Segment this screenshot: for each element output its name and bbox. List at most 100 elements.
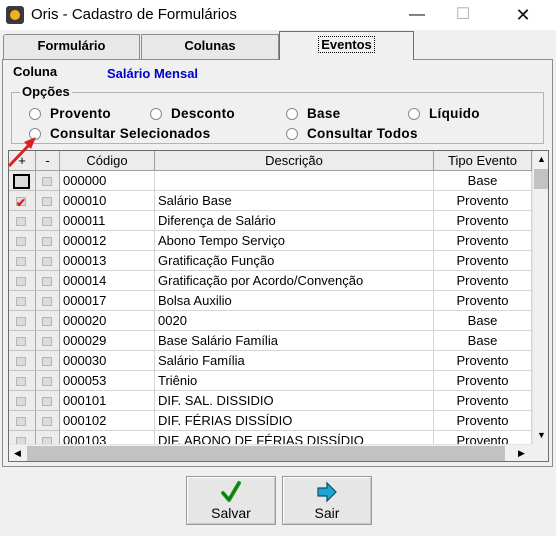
table-row[interactable]: 000053 Triênio Provento: [9, 371, 532, 391]
header-descricao[interactable]: Descrição: [155, 151, 434, 171]
remove-checkbox-cell[interactable]: [36, 371, 60, 391]
tab-formulario[interactable]: Formulário: [3, 34, 140, 59]
tab-eventos[interactable]: Eventos: [279, 31, 414, 60]
add-checkbox[interactable]: [16, 277, 26, 286]
radio-base[interactable]: Base: [286, 106, 340, 121]
remove-checkbox[interactable]: [42, 257, 52, 266]
table-row[interactable]: ✔ 000010 Salário Base Provento: [9, 191, 532, 211]
table-row[interactable]: 000101 DIF. SAL. DISSIDIO Provento: [9, 391, 532, 411]
add-checkbox[interactable]: [16, 317, 26, 326]
remove-checkbox[interactable]: [42, 397, 52, 406]
add-checkbox[interactable]: [16, 377, 26, 386]
table-row[interactable]: 000014 Gratificação por Acordo/Convenção P…: [9, 271, 532, 291]
add-checkbox[interactable]: [16, 297, 26, 306]
radio-provento[interactable]: Provento: [29, 106, 111, 121]
radio-consultar-todos[interactable]: Consultar Todos: [286, 126, 418, 141]
remove-checkbox-cell[interactable]: [36, 251, 60, 271]
remove-checkbox[interactable]: [42, 317, 52, 326]
add-checkbox-cell[interactable]: [9, 231, 36, 251]
add-checkbox-cell[interactable]: [9, 251, 36, 271]
radio-desconto[interactable]: Desconto: [150, 106, 235, 121]
add-checkbox-cell[interactable]: [9, 411, 36, 431]
add-checkbox-cell[interactable]: [9, 211, 36, 231]
table-row[interactable]: 000102 DIF. FÉRIAS DISSÍDIO Provento: [9, 411, 532, 431]
header-tipo-evento[interactable]: Tipo Evento: [434, 151, 532, 171]
add-checkbox[interactable]: [16, 237, 26, 246]
codigo-cell: 000101: [60, 391, 155, 411]
remove-checkbox[interactable]: [42, 337, 52, 346]
remove-checkbox-cell[interactable]: [36, 191, 60, 211]
add-checkbox-cell[interactable]: [9, 311, 36, 331]
add-checkbox[interactable]: [16, 217, 26, 226]
salvar-button[interactable]: Salvar: [186, 476, 276, 525]
add-checkbox[interactable]: [16, 357, 26, 366]
table-row[interactable]: 000029 Base Salário Família Base: [9, 331, 532, 351]
close-button[interactable]: ✕: [500, 0, 546, 30]
remove-checkbox[interactable]: [42, 417, 52, 426]
remove-checkbox[interactable]: [42, 277, 52, 286]
remove-checkbox[interactable]: [42, 197, 52, 206]
remove-checkbox[interactable]: [42, 377, 52, 386]
remove-checkbox-cell[interactable]: [36, 311, 60, 331]
add-checkbox-cell[interactable]: [9, 391, 36, 411]
add-checkbox-cell[interactable]: [9, 331, 36, 351]
eventos-grid[interactable]: + - Código Descrição Tipo Evento 000000 B…: [8, 150, 549, 462]
horizontal-scrollbar[interactable]: ◀ ▶: [9, 444, 532, 461]
table-row[interactable]: 000013 Gratificação Função Provento: [9, 251, 532, 271]
add-checkbox[interactable]: [16, 417, 26, 426]
minimize-button[interactable]: —: [394, 0, 440, 30]
remove-checkbox-cell[interactable]: [36, 411, 60, 431]
add-checkbox-cell[interactable]: [9, 291, 36, 311]
sair-button[interactable]: Sair: [282, 476, 372, 525]
table-row[interactable]: 000011 Diferença de Salário Provento: [9, 211, 532, 231]
exit-arrow-icon: [317, 481, 337, 503]
add-checkbox-cell[interactable]: [9, 371, 36, 391]
remove-checkbox-cell[interactable]: [36, 391, 60, 411]
add-checkbox-cell[interactable]: [9, 271, 36, 291]
add-checkbox[interactable]: [16, 337, 26, 346]
tab-colunas[interactable]: Colunas: [141, 34, 279, 59]
table-row[interactable]: 000012 Abono Tempo Serviço Provento: [9, 231, 532, 251]
table-row[interactable]: 000030 Salário Família Provento: [9, 351, 532, 371]
table-row[interactable]: 000000 Base: [9, 171, 532, 191]
add-checkbox[interactable]: [13, 174, 30, 189]
codigo-cell: 000000: [60, 171, 155, 191]
scroll-up-arrow-icon[interactable]: ▲: [533, 151, 548, 168]
remove-checkbox-cell[interactable]: [36, 331, 60, 351]
remove-checkbox[interactable]: [42, 237, 52, 246]
vertical-scroll-thumb[interactable]: [534, 169, 548, 189]
horizontal-scroll-thumb[interactable]: [27, 446, 505, 461]
descricao-cell: Gratificação Função: [155, 251, 434, 271]
remove-checkbox-cell[interactable]: [36, 271, 60, 291]
tipo-evento-cell: Provento: [434, 251, 532, 271]
add-checkbox-cell[interactable]: [9, 351, 36, 371]
scroll-right-arrow-icon[interactable]: ▶: [513, 445, 530, 461]
coluna-value: Salário Mensal: [107, 66, 199, 81]
remove-checkbox-cell[interactable]: [36, 211, 60, 231]
radio-circle: [408, 107, 420, 120]
remove-checkbox[interactable]: [42, 357, 52, 366]
add-checkbox-cell[interactable]: ✔: [9, 191, 36, 211]
scroll-left-arrow-icon[interactable]: ◀: [9, 445, 26, 461]
remove-checkbox[interactable]: [42, 177, 52, 186]
window-title: Oris - Cadastro de Formulários: [31, 6, 237, 23]
vertical-scrollbar[interactable]: ▲ ▼: [532, 151, 548, 444]
add-checkbox[interactable]: [16, 257, 26, 266]
remove-checkbox-cell[interactable]: [36, 171, 60, 191]
remove-checkbox-cell[interactable]: [36, 351, 60, 371]
maximize-button[interactable]: ☐: [440, 0, 486, 30]
remove-checkbox[interactable]: [42, 217, 52, 226]
tipo-evento-cell: Provento: [434, 211, 532, 231]
radio-consultar-selecionados[interactable]: Consultar Selecionados: [29, 126, 210, 141]
radio-label: Líquido: [429, 106, 480, 121]
remove-checkbox-cell[interactable]: [36, 291, 60, 311]
table-row[interactable]: 000017 Bolsa Auxilio Provento: [9, 291, 532, 311]
remove-checkbox-cell[interactable]: [36, 231, 60, 251]
remove-checkbox[interactable]: [42, 297, 52, 306]
add-checkbox[interactable]: [16, 397, 26, 406]
header-codigo[interactable]: Código: [60, 151, 155, 171]
add-checkbox-cell[interactable]: [9, 171, 36, 191]
scroll-down-arrow-icon[interactable]: ▼: [533, 427, 548, 444]
radio-liquido[interactable]: Líquido: [408, 106, 480, 121]
table-row[interactable]: 000020 0020 Base: [9, 311, 532, 331]
